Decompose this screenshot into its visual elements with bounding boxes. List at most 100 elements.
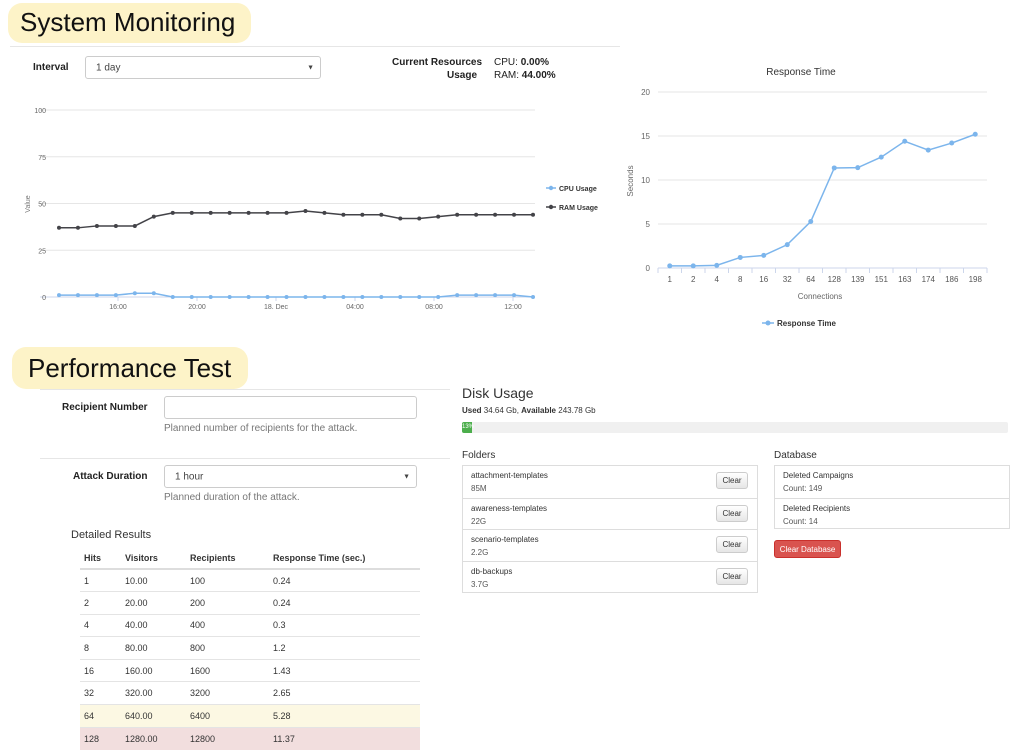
table-cell: 8 — [80, 636, 121, 660]
data-point — [398, 295, 403, 299]
x-tick-label: 2 — [691, 275, 696, 284]
x-tick-label: 12:00 — [504, 304, 522, 311]
data-point — [360, 295, 365, 299]
x-tick-label: 4 — [715, 275, 720, 284]
data-point — [227, 295, 232, 299]
x-tick-label: 32 — [783, 275, 792, 284]
y-tick-label: 50 — [38, 202, 46, 209]
clear-folder-button[interactable]: Clear — [716, 504, 748, 522]
table-cell: 5.28 — [269, 704, 420, 728]
clear-folder-button[interactable]: Clear — [716, 472, 748, 489]
table-row: 2 20.00 200 0.24 — [80, 591, 420, 615]
recipient-number-help: Planned number of recipients for the att… — [164, 423, 358, 434]
folder-size: 3.7G — [471, 579, 489, 589]
data-point — [531, 212, 535, 217]
series-line-ram-usage — [59, 210, 533, 229]
interval-select[interactable]: 1 day ▼ — [85, 56, 321, 79]
folder-row: db-backups 3.7G Clear — [463, 560, 757, 593]
cpu-label: CPU: — [494, 57, 518, 68]
cpu-readout: CPU: 0.00% — [494, 57, 549, 68]
folder-row: attachment-templates 85M Clear — [463, 466, 757, 498]
data-point — [379, 295, 384, 299]
table-cell: 80.00 — [121, 636, 186, 660]
series-line-cpu-usage — [59, 292, 534, 298]
response-chart: Response Time 05101520 1 2 4 8 16 32 64 128 139 1… — [626, 67, 988, 328]
divider — [10, 46, 620, 47]
resources-label: Current Resources — [392, 57, 483, 68]
database-list: Deleted Campaigns Count: 149 Deleted Recip… — [774, 465, 1010, 529]
data-point — [512, 212, 517, 217]
legend-item[interactable]: RAM Usage — [559, 205, 598, 212]
usage-chart-ylabel: Value — [25, 195, 32, 212]
table-cell: 10.00 — [121, 568, 186, 592]
y-tick-label: 15 — [641, 132, 650, 141]
data-point — [170, 210, 175, 215]
x-tick-label: 18. Dec — [264, 304, 289, 311]
legend-item[interactable]: Response Time — [777, 319, 837, 328]
data-point — [737, 254, 743, 260]
folder-size: 85M — [471, 484, 487, 493]
data-point — [208, 295, 213, 299]
data-point — [189, 295, 194, 299]
folders-title: Folders — [462, 450, 496, 461]
table-cell: 4 — [80, 613, 121, 637]
data-point — [784, 242, 790, 248]
disk-usage-title: Disk Usage — [462, 385, 534, 401]
table-cell: 100 — [186, 568, 269, 592]
usage-chart: 0 25 50 75 100 16:00 20:00 18. Dec 04:00 08:00 12… — [25, 108, 598, 311]
database-item-count: Count: 14 — [783, 516, 818, 526]
data-point — [151, 291, 156, 296]
system-monitoring-title: System Monitoring — [20, 7, 236, 37]
data-point — [493, 293, 498, 298]
table-cell: 3200 — [186, 681, 269, 705]
x-tick-label: 16 — [759, 275, 768, 284]
data-point — [831, 165, 837, 171]
folder-row: scenario-templates 2.2G Clear — [463, 529, 757, 561]
table-row: 4 40.00 400 0.3 — [80, 613, 420, 637]
data-point — [379, 212, 384, 217]
attack-duration-label: Attack Duration — [73, 471, 148, 482]
data-point — [341, 295, 346, 299]
table-cell: 40.00 — [121, 613, 186, 637]
data-point — [94, 293, 99, 298]
folder-name: awareness-templates — [471, 503, 548, 513]
legend-marker — [548, 204, 554, 210]
attack-duration-select[interactable]: 1 hour ▼ — [164, 465, 417, 488]
data-point — [189, 210, 194, 215]
y-tick-label: 100 — [34, 108, 46, 115]
data-point — [151, 214, 156, 219]
legend-marker — [765, 320, 771, 326]
x-tick-label: 151 — [875, 275, 889, 284]
clear-database-button[interactable]: Clear Database — [774, 540, 841, 558]
clear-folder-button[interactable]: Clear — [716, 567, 748, 585]
x-tick-label: 16:00 — [109, 304, 127, 311]
database-row: Deleted Campaigns Count: 149 — [775, 466, 1009, 498]
data-point — [398, 216, 403, 221]
data-point — [94, 223, 99, 228]
column-header-recipients: Recipients — [186, 548, 269, 570]
data-point — [925, 147, 931, 153]
used-label: Used — [462, 406, 482, 415]
table-row: 128 1280.00 12800 11.37 — [80, 726, 420, 750]
system-monitoring-heading: System Monitoring — [8, 3, 251, 43]
x-tick-label: 8 — [738, 275, 743, 284]
data-point — [208, 210, 213, 215]
database-row: Deleted Recipients Count: 14 — [775, 497, 1009, 530]
response-chart-title: Response Time — [766, 67, 836, 78]
database-item-name: Deleted Campaigns — [783, 471, 854, 480]
data-point — [455, 293, 460, 298]
table-cell: 128 — [80, 726, 121, 750]
data-point — [303, 208, 308, 213]
y-tick-label: 25 — [38, 248, 46, 255]
data-point — [132, 291, 137, 296]
recipient-number-input[interactable] — [164, 396, 417, 419]
data-point — [531, 295, 535, 299]
legend-item[interactable]: CPU Usage — [559, 186, 597, 193]
clear-folder-button[interactable]: Clear — [716, 536, 748, 553]
x-tick-label: 163 — [898, 275, 912, 284]
data-point — [474, 212, 479, 217]
x-tick-label: 186 — [945, 275, 959, 284]
table-cell: 320.00 — [121, 681, 186, 705]
data-point — [436, 295, 441, 299]
data-point — [436, 214, 441, 219]
